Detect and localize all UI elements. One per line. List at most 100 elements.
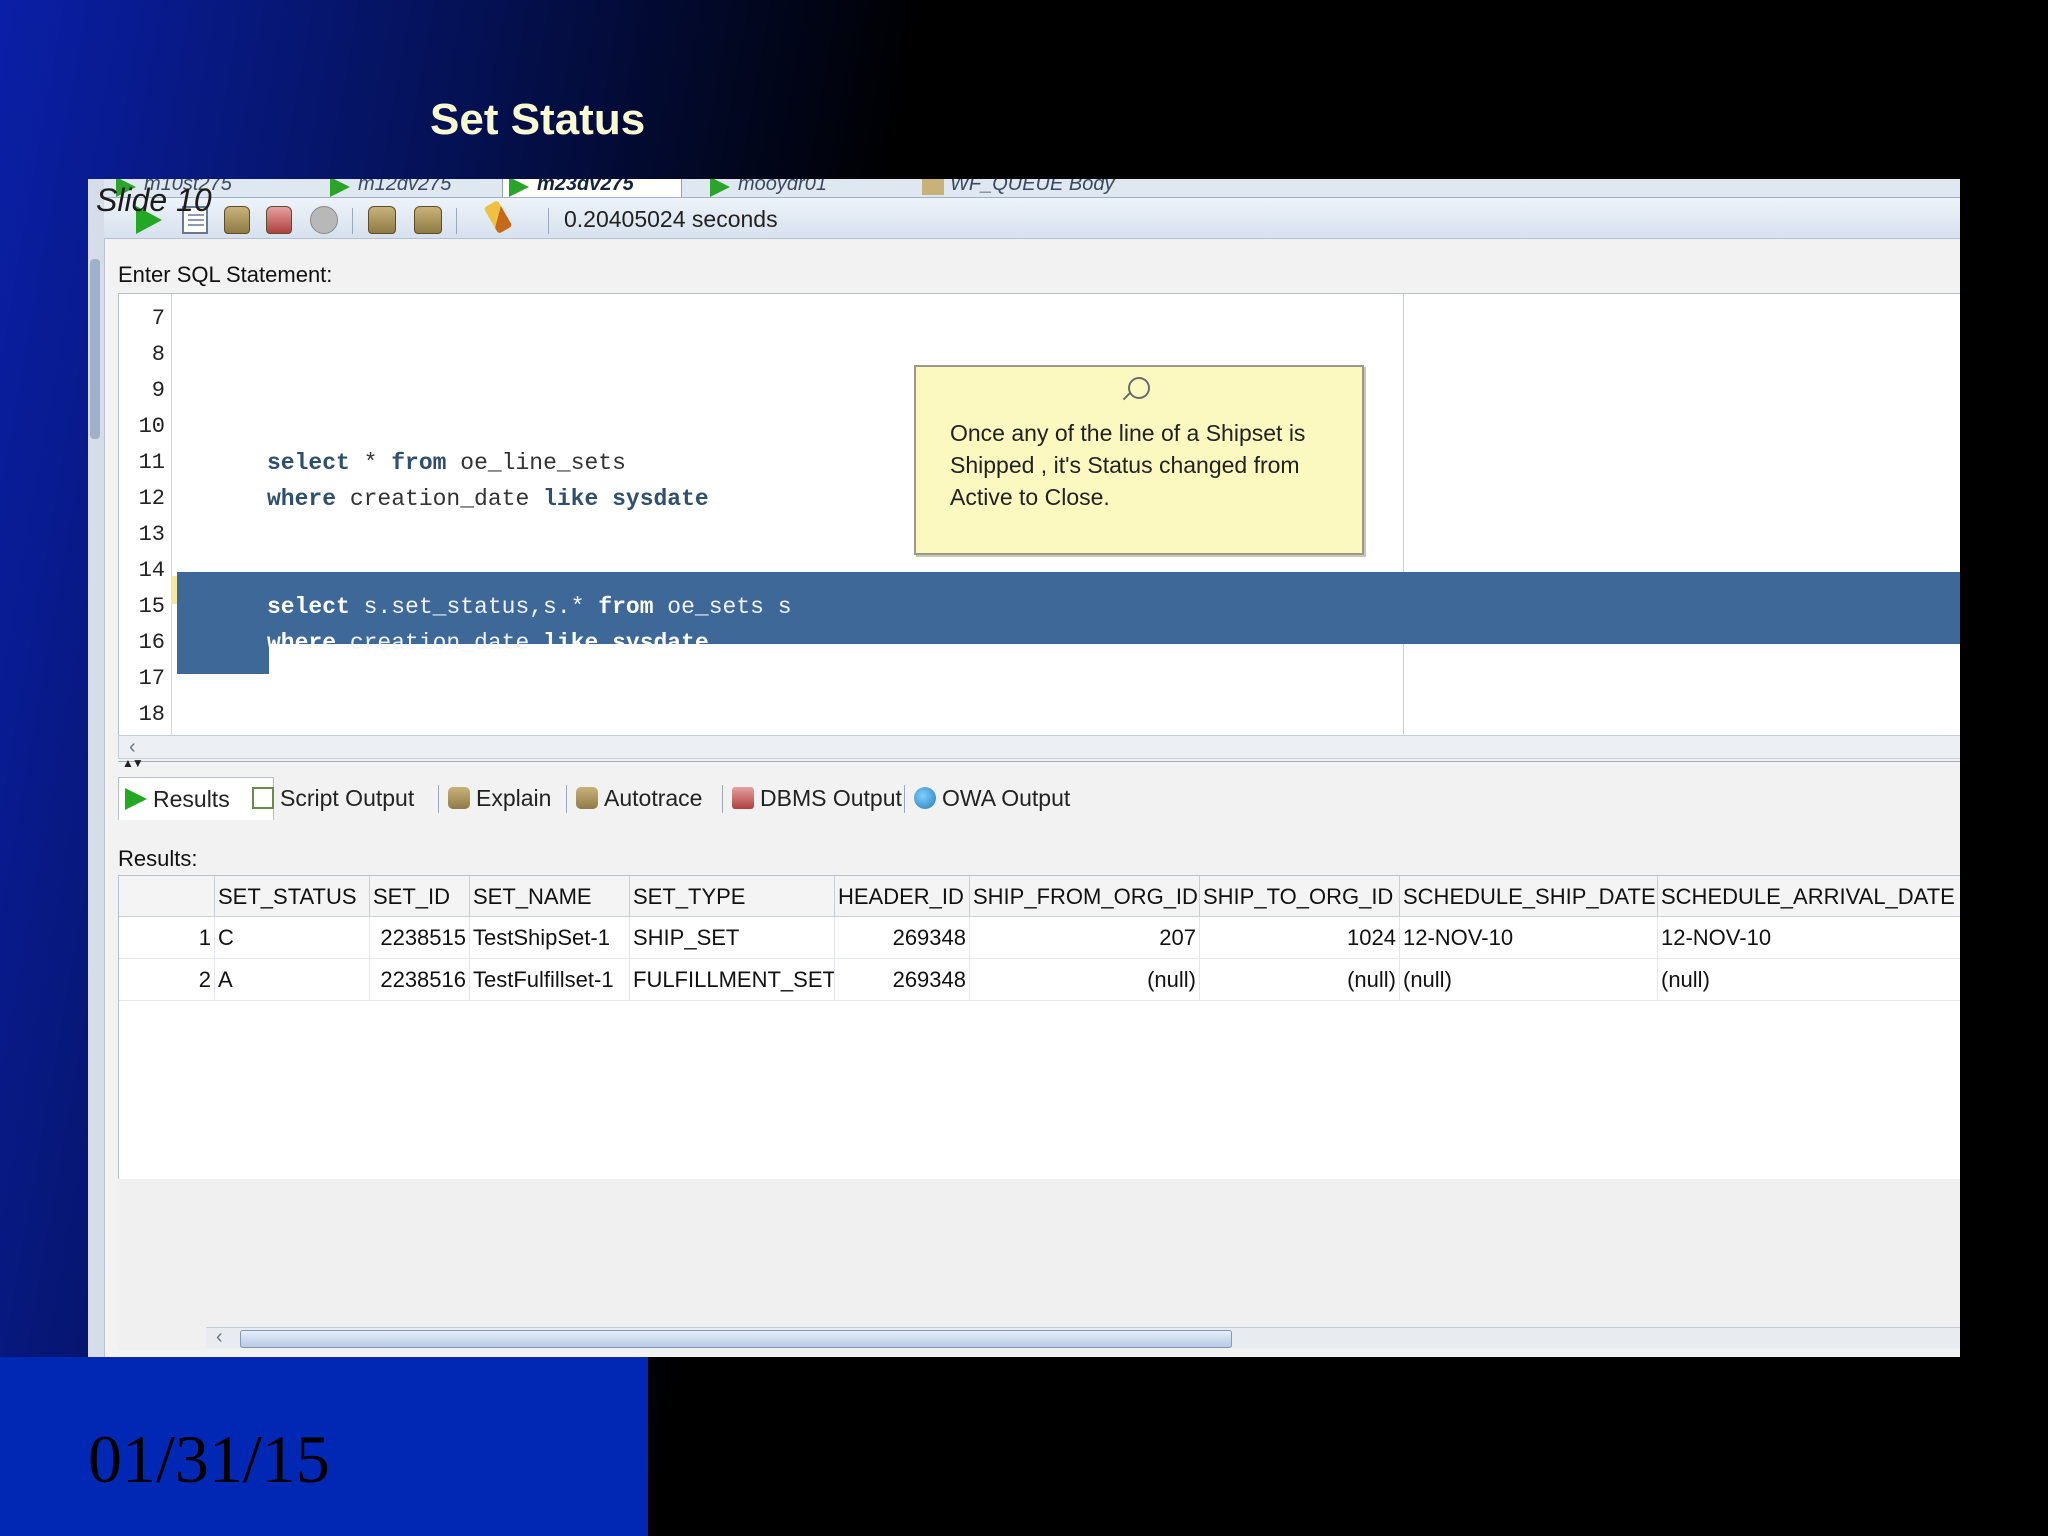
doc-tab-label: mooydr01 [738,179,827,195]
row-number-cell[interactable]: 2 [119,959,215,1001]
table-cell[interactable]: 12-NOV-10 [1400,917,1658,959]
line-number: 17 [138,666,165,691]
toolbar-separator [548,208,549,234]
table-cell[interactable]: C [215,917,370,959]
column-header[interactable]: SET_ID [370,876,470,917]
table-cell[interactable]: 2238516 [370,959,470,1001]
column-header[interactable]: SHIP_FROM_ORG_ID [970,876,1200,917]
result-tabs: Results Script Output Explain Autotrace … [118,777,1960,821]
autotrace-icon [576,787,598,809]
doc-tab-active[interactable]: m23dv275 [502,179,682,197]
editor-horizontal-scrollbar[interactable]: ‹ [118,735,1960,759]
table-cell[interactable]: 269348 [835,917,970,959]
table-cell[interactable]: 2238515 [370,917,470,959]
table-cell[interactable]: A [215,959,370,1001]
tab-script-output[interactable]: Script Output [246,777,414,819]
code-line: select * from oe_line_sets [267,450,626,476]
tab-separator [438,785,439,813]
line-number: 9 [151,378,165,403]
dbms-output-icon [732,787,754,809]
pane-splitter[interactable]: ▲▼ [118,756,1960,770]
tab-autotrace[interactable]: Autotrace [570,777,702,819]
cancel-icon[interactable] [310,206,338,234]
table-cell[interactable]: (null) [1658,959,1960,1001]
document-tabs: m10st275 m12dv275 m23dv275 mooydr01 WF_Q… [104,179,1960,198]
line-number: 10 [138,414,165,439]
line-number: 13 [138,522,165,547]
clear-icon[interactable] [483,200,513,234]
left-scrollbar-thumb[interactable] [90,259,100,439]
line-number: 14 [138,558,165,583]
results-label: Results: [118,846,198,871]
package-body-icon [922,179,944,195]
slide-title: Set Status [430,95,646,144]
table-cell[interactable]: TestFulfillset-1 [470,959,630,1001]
table-cell[interactable]: 1024 [1200,917,1400,959]
scrollbar-thumb[interactable] [240,1330,1232,1348]
explain-icon [448,787,470,809]
tab-dbms-output[interactable]: DBMS Output [726,777,902,819]
left-scrollbar[interactable] [88,179,105,1357]
tab-owa-output[interactable]: OWA Output [908,777,1070,819]
column-header[interactable]: SHIP_TO_ORG_ID [1200,876,1400,917]
table-cell[interactable]: FULFILLMENT_SET [630,959,835,1001]
annotation-tooltip: Once any of the line of a Shipset is Shi… [914,365,1364,555]
column-header[interactable]: SET_TYPE [630,876,835,917]
code-line: where creation_date like sysdate [267,486,709,512]
slide-date: 01/31/15 [88,1421,330,1497]
tab-explain[interactable]: Explain [442,777,551,819]
table-cell[interactable]: SHIP_SET [630,917,835,959]
line-number: 11 [138,450,165,475]
doc-tab-4[interactable]: mooydr01 [704,179,827,197]
column-header[interactable]: SET_STATUS [215,876,370,917]
toolbar-separator [352,208,353,234]
doc-tab-label: WF_QUEUE Body [950,179,1115,195]
line-number: 12 [138,486,165,511]
table-cell[interactable]: 207 [970,917,1200,959]
line-number: 15 [138,594,165,619]
slide-number-watermark: Slide 10 [96,182,212,218]
sql-statement-label: Enter SQL Statement: [118,262,333,287]
scroll-left-icon[interactable]: ‹ [216,1326,223,1349]
table-cell[interactable]: 269348 [835,959,970,1001]
doc-tab-label: m23dv275 [537,179,634,195]
rollback-icon[interactable] [266,206,292,234]
run-icon [125,788,147,810]
globe-icon [914,787,936,809]
tab-separator [566,785,567,813]
table-cell[interactable]: (null) [1200,959,1400,1001]
worksheet-icon [330,179,350,197]
doc-tab-label: m12dv275 [358,179,452,195]
line-number: 8 [151,342,165,367]
toolbar-separator [456,208,457,234]
table-cell[interactable]: 12-NOV-10 [1658,917,1960,959]
table-cell[interactable]: (null) [1400,959,1658,1001]
tab-separator [904,785,905,813]
row-number-header[interactable] [119,876,215,917]
column-header[interactable]: SCHEDULE_ARRIVAL_DATE [1658,876,1960,917]
row-number-cell[interactable]: 1 [119,917,215,959]
doc-tab-5[interactable]: WF_QUEUE Body [916,179,1114,197]
sql-history-icon[interactable] [368,206,396,234]
column-header[interactable]: SCHEDULE_SHIP_DATE [1400,876,1658,917]
commit-icon[interactable] [224,206,250,234]
results-grid[interactable]: SET_STATUS SET_ID SET_NAME SET_TYPE HEADER_I… [118,875,1960,1181]
line-number: 16 [138,630,165,655]
tooltip-text: Once any of the line of a Shipset is Shi… [950,420,1306,510]
pin-icon [1128,377,1150,399]
column-header[interactable]: HEADER_ID [835,876,970,917]
results-horizontal-scrollbar[interactable]: ‹ [206,1326,1960,1349]
selection-highlight-tail [177,644,269,674]
worksheet-icon [509,179,529,197]
table-cell[interactable]: TestShipSet-1 [470,917,630,959]
doc-tab-2[interactable]: m12dv275 [324,179,451,197]
code-line-selected: select s.set_status,s.* from oe_sets s [267,594,792,620]
collapse-arrows-icon[interactable]: ▲▼ [122,756,144,770]
worksheet-icon [710,179,730,197]
script-icon [252,787,274,809]
sql-developer-screenshot: m10st275 m12dv275 m23dv275 mooydr01 WF_Q… [88,179,1960,1357]
column-header[interactable]: SET_NAME [470,876,630,917]
explain-plan-icon[interactable] [414,206,442,234]
right-margin-line [1403,294,1404,736]
table-cell[interactable]: (null) [970,959,1200,1001]
